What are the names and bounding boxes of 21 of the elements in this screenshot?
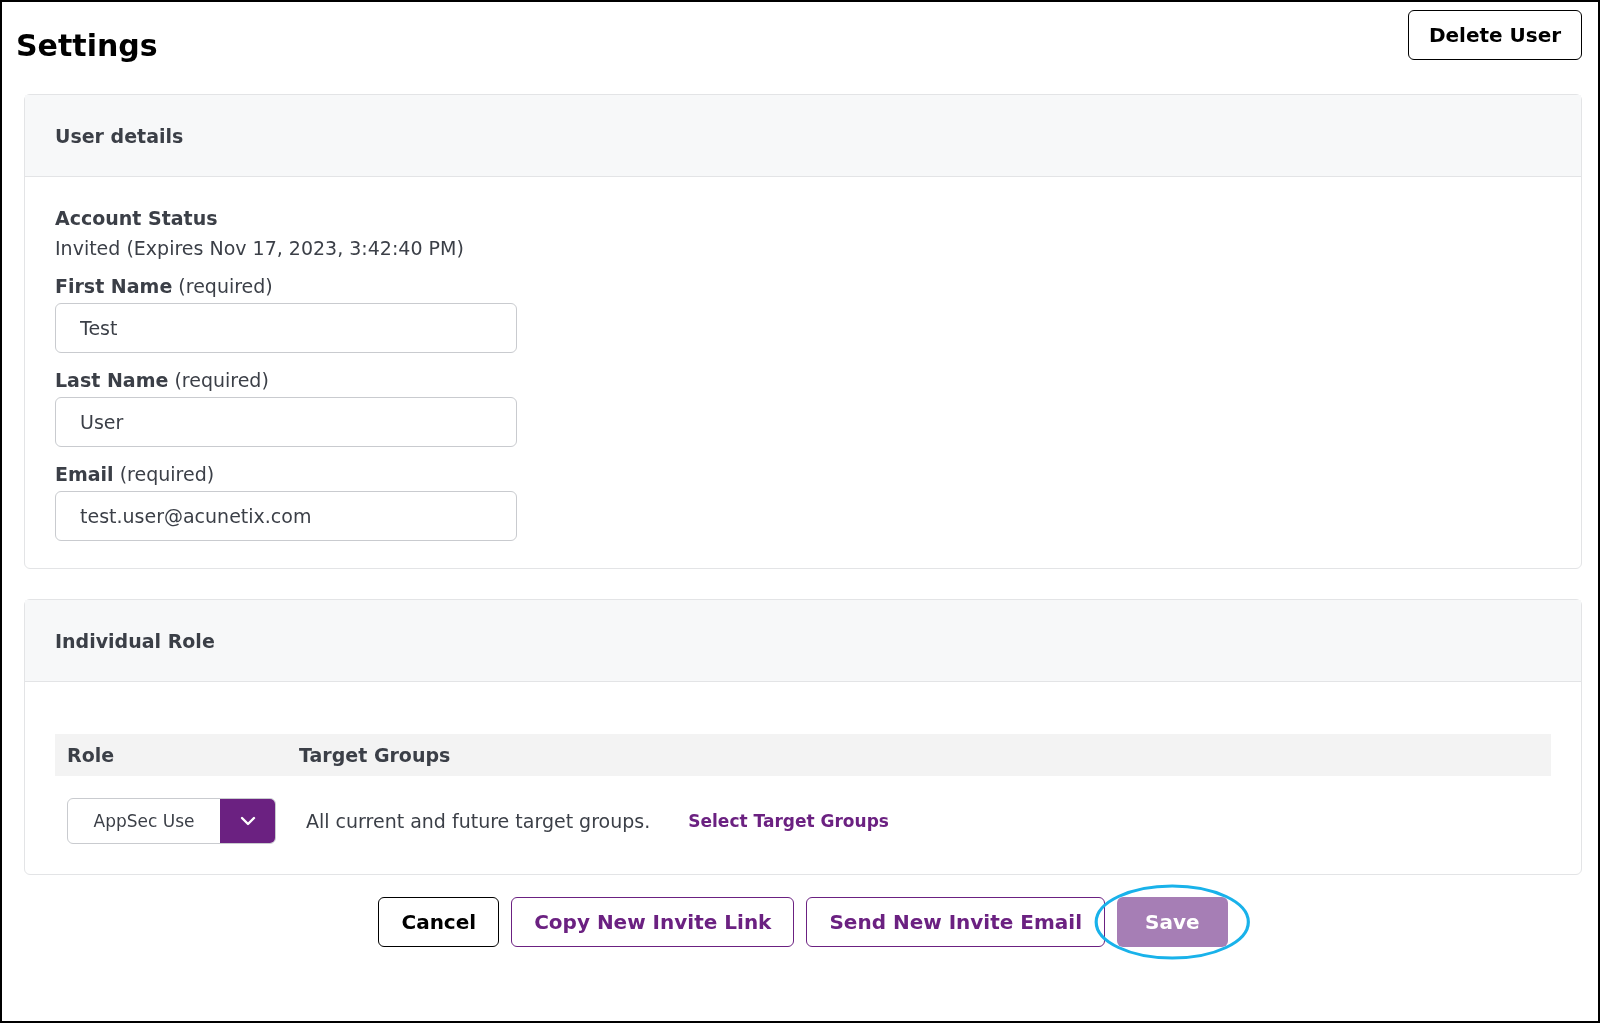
column-header: Role [67, 744, 116, 766]
page-title: Settings [16, 28, 158, 63]
footer-button[interactable]: Copy New Invite Link [511, 897, 795, 947]
field-label: First Name (required) [55, 275, 274, 297]
field-label: Last Name (required) [55, 369, 270, 391]
column-header: Target Groups [299, 744, 451, 766]
input-field[interactable]: User [55, 397, 517, 447]
status-value: Invited (Expires Nov 17, 2023, 3:42:40 PM) [55, 237, 465, 259]
footer-button[interactable]: Send New Invite Email [806, 897, 1106, 947]
status-label: Account Status [55, 207, 219, 229]
role-dropdown[interactable]: AppSec Use [67, 798, 276, 844]
select-target-groups-link[interactable]: Select Target Groups [688, 811, 889, 831]
input-field[interactable]: Test [55, 303, 517, 353]
footer-button[interactable]: Cancel [378, 897, 500, 947]
target-groups-text: All current and future target groups. [306, 810, 651, 832]
section-title: Individual Role [55, 629, 215, 652]
delete-user-button[interactable]: Delete User [1408, 10, 1582, 60]
section-title: User details [55, 124, 184, 147]
input-field[interactable]: test.user@acunetix.com [55, 491, 517, 541]
chevron-down-icon [238, 815, 257, 827]
field-label: Email (required) [55, 463, 216, 485]
